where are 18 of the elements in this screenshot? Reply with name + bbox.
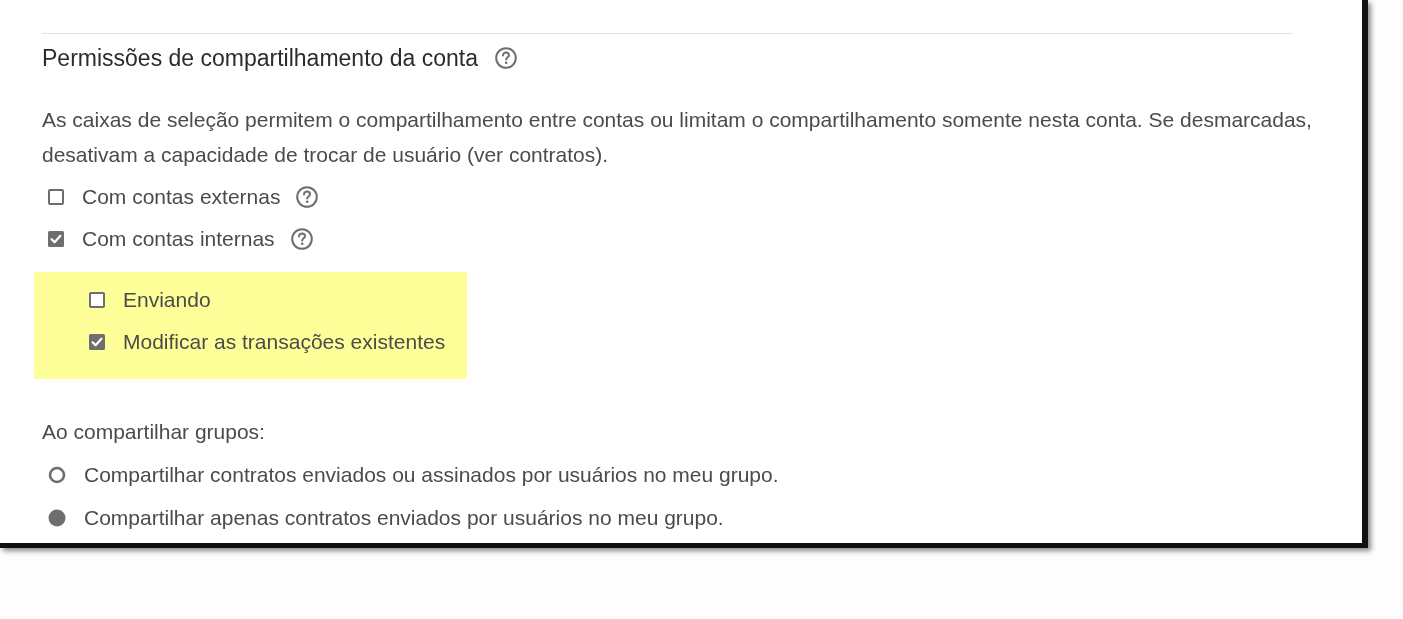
- checkbox-label: Com contas internas: [82, 227, 275, 251]
- help-icon[interactable]: [290, 228, 313, 250]
- group-sharing-label: Ao compartilhar grupos:: [42, 419, 266, 445]
- checkbox[interactable]: [48, 189, 64, 205]
- radio-button[interactable]: [48, 465, 66, 484]
- section-description: As caixas de seleção permitem o compartilhamento entre contas ou limitam o compartilhamento somente nesta conta. Se desmarcadas, desativam a capacidade de trocar de usuário (ver contratos).: [42, 107, 1313, 168]
- checkbox[interactable]: [89, 334, 105, 350]
- help-icon[interactable]: [494, 47, 517, 69]
- radio-button[interactable]: [48, 508, 66, 527]
- checkbox-label: Enviando: [123, 288, 211, 312]
- checkbox[interactable]: [89, 292, 105, 308]
- checkbox-label: Modificar as transações existentes: [123, 330, 446, 354]
- radio-label: Compartilhar apenas contratos enviados por usuários no meu grupo.: [84, 505, 724, 530]
- checkbox-label: Com contas externas: [82, 185, 281, 209]
- checkbox[interactable]: [48, 231, 64, 247]
- section-title: Permissões de compartilhamento da conta: [42, 44, 478, 72]
- radio-label: Compartilhar contratos enviados ou assinados por usuários no meu grupo.: [84, 462, 779, 487]
- help-icon[interactable]: [296, 186, 319, 208]
